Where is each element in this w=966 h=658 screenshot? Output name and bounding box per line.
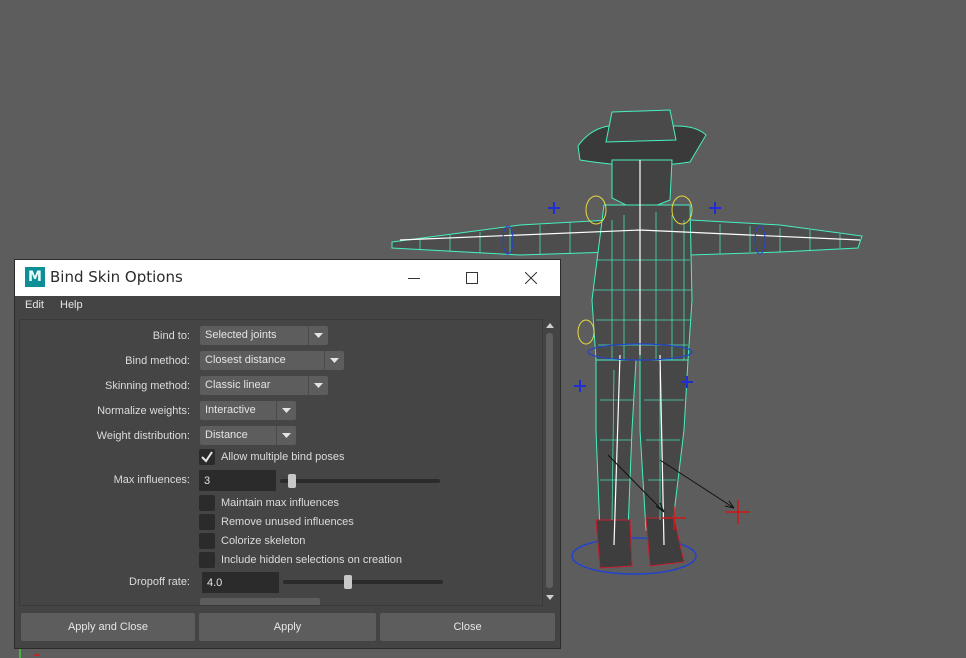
options-scrollbar[interactable] xyxy=(543,319,556,606)
arm-left xyxy=(391,219,613,256)
chevron-down-icon xyxy=(314,383,323,388)
menu-edit[interactable]: Edit xyxy=(25,299,44,311)
apply-and-close-button[interactable]: Apply and Close xyxy=(21,613,195,641)
maximize-icon xyxy=(466,272,478,284)
allow-multiple-bind-poses-label: Allow multiple bind poses xyxy=(221,451,345,463)
locator-icon xyxy=(709,202,721,214)
maya-logo-icon: M xyxy=(25,267,45,287)
minimize-button[interactable] xyxy=(391,260,437,296)
boot-right xyxy=(645,517,685,567)
locator-icon xyxy=(548,202,560,214)
window-title: Bind Skin Options xyxy=(50,268,183,286)
checkmark-icon xyxy=(201,451,213,463)
bind-to-label: Bind to: xyxy=(152,330,190,342)
scroll-thumb[interactable] xyxy=(546,333,553,588)
max-influences-field[interactable]: 3 xyxy=(199,470,276,491)
bind-method-dropdown[interactable]: Closest distance xyxy=(200,351,344,370)
weight-distribution-label: Weight distribution: xyxy=(96,430,190,442)
locator-icon xyxy=(574,380,586,392)
colorize-skeleton-checkbox[interactable] xyxy=(199,533,215,549)
weight-distribution-value: Distance xyxy=(205,429,248,441)
chevron-down-icon xyxy=(282,408,291,413)
remove-unused-influences-label: Remove unused influences xyxy=(221,516,354,528)
leg-right xyxy=(639,359,689,531)
minimize-icon xyxy=(408,278,420,279)
skinning-method-label: Skinning method: xyxy=(105,380,190,392)
skinning-method-value: Classic linear xyxy=(205,379,271,391)
normalize-weights-dropdown[interactable]: Interactive xyxy=(200,401,296,420)
partial-dropdown[interactable] xyxy=(200,598,320,605)
title-bar[interactable]: M Bind Skin Options xyxy=(15,260,560,296)
weight-distribution-dropdown[interactable]: Distance xyxy=(200,426,296,445)
maintain-max-influences-label: Maintain max influences xyxy=(221,497,340,509)
dropoff-rate-field[interactable]: 4.0 xyxy=(202,572,279,593)
include-hidden-selections-checkbox[interactable] xyxy=(199,552,215,568)
remove-unused-influences-checkbox[interactable] xyxy=(199,514,215,530)
maintain-max-influences-checkbox[interactable] xyxy=(199,495,215,511)
dropoff-rate-slider-handle[interactable] xyxy=(343,575,352,589)
scroll-down-icon[interactable] xyxy=(546,595,554,600)
close-icon xyxy=(525,272,537,284)
ik-handle-icon xyxy=(726,500,750,524)
colorize-skeleton-label: Colorize skeleton xyxy=(221,535,306,547)
leg-left xyxy=(595,359,637,533)
max-influences-label: Max influences: xyxy=(113,474,190,486)
normalize-weights-value: Interactive xyxy=(205,404,256,416)
close-button[interactable]: Close xyxy=(380,613,555,641)
scroll-up-icon[interactable] xyxy=(546,323,554,328)
include-hidden-selections-label: Include hidden selections on creation xyxy=(221,554,403,566)
max-influences-slider-track[interactable] xyxy=(280,479,440,483)
skinning-method-dropdown[interactable]: Classic linear xyxy=(200,376,328,395)
bind-to-value: Selected joints xyxy=(205,329,277,341)
menu-bar: Edit Help xyxy=(15,296,560,318)
max-influences-slider-handle[interactable] xyxy=(287,474,296,488)
chevron-down-icon xyxy=(314,333,323,338)
bind-skin-options-dialog: M Bind Skin Options Edit Help Bind to: S… xyxy=(14,259,561,649)
chevron-down-icon xyxy=(282,433,291,438)
close-window-button[interactable] xyxy=(508,260,554,296)
bind-method-label: Bind method: xyxy=(125,355,190,367)
apply-button[interactable]: Apply xyxy=(199,613,376,641)
head xyxy=(611,159,673,213)
allow-multiple-bind-poses-checkbox[interactable] xyxy=(199,449,215,465)
options-panel: Bind to: Selected joints Bind method: Cl… xyxy=(19,319,543,606)
menu-help[interactable]: Help xyxy=(60,299,83,311)
hip-ring xyxy=(577,319,595,345)
normalize-weights-label: Normalize weights: xyxy=(97,405,190,417)
maximize-button[interactable] xyxy=(449,260,495,296)
chevron-down-icon xyxy=(330,358,339,363)
dropoff-rate-slider-track[interactable] xyxy=(283,580,443,584)
arm-right xyxy=(689,219,863,256)
hat-crown xyxy=(605,109,677,143)
torso xyxy=(591,204,693,361)
dropoff-rate-label: Dropoff rate: xyxy=(129,576,190,588)
bind-to-dropdown[interactable]: Selected joints xyxy=(200,326,328,345)
bind-method-value: Closest distance xyxy=(205,354,286,366)
